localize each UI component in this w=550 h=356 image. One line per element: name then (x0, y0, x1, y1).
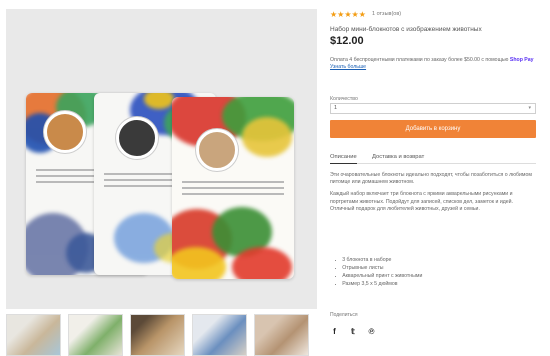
thumbnail-2[interactable] (68, 314, 123, 356)
learn-more-link[interactable]: Узнать больше (330, 64, 366, 70)
facebook-icon[interactable]: f (330, 327, 339, 336)
notebook-card-hamster (172, 97, 294, 279)
list-item: Акварельный принт с животными (335, 272, 535, 280)
social-share: f 𝕥 ℗ (330, 321, 381, 336)
review-count[interactable]: 1 отзыв(ов) (372, 11, 401, 17)
product-title: Набор мини-блокнотов с изображением живо… (330, 26, 482, 33)
product-price: $12.00 (330, 35, 364, 47)
list-item: Размер 3,5 x 5 дюймов (335, 280, 535, 288)
feature-list: 3 блокнота в наборе Отрывные листы Аквар… (335, 256, 535, 288)
chevron-down-icon: ▾ (528, 105, 531, 111)
product-tabs: Описание Доставка и возврат (330, 152, 536, 164)
thumbnail-3[interactable] (130, 314, 185, 356)
cat-portrait (116, 117, 158, 159)
add-to-cart-button[interactable]: Добавить в корзину (330, 120, 536, 138)
quantity-select[interactable]: 1 ▾ (330, 103, 536, 114)
description-paragraph-2: Каждый набор включает три блокнота с ярк… (330, 191, 514, 212)
thumbnail-4[interactable] (192, 314, 247, 356)
twitter-icon[interactable]: 𝕥 (348, 327, 357, 336)
description-paragraph-1: Эти очаровательные блокноты идеально под… (330, 172, 532, 186)
dog-portrait (44, 111, 86, 153)
thumbnail-strip (6, 314, 317, 356)
rating-stars[interactable]: ★★★★★ (330, 10, 366, 19)
quantity-value: 1 (334, 105, 338, 111)
installment-info: Оплата 4 беспроцентными платежами по зак… (330, 57, 540, 71)
product-main-image[interactable] (6, 9, 317, 309)
list-item: 3 блокнота в наборе (335, 256, 535, 264)
quantity-label: Количество (330, 96, 358, 102)
installment-text: Оплата 4 беспроцентными платежами по зак… (330, 57, 509, 63)
shop-pay-logo: Shop Pay (509, 57, 534, 63)
hamster-portrait (196, 129, 238, 171)
share-label: Поделиться (330, 312, 358, 318)
thumbnail-5[interactable] (254, 314, 309, 356)
thumbnail-1[interactable] (6, 314, 61, 356)
list-item: Отрывные листы (335, 264, 535, 272)
tab-shipping[interactable]: Доставка и возврат (372, 152, 424, 164)
product-description: Эти очаровательные блокноты идеально под… (330, 172, 536, 218)
pinterest-icon[interactable]: ℗ (367, 327, 376, 336)
tab-description[interactable]: Описание (330, 152, 357, 164)
